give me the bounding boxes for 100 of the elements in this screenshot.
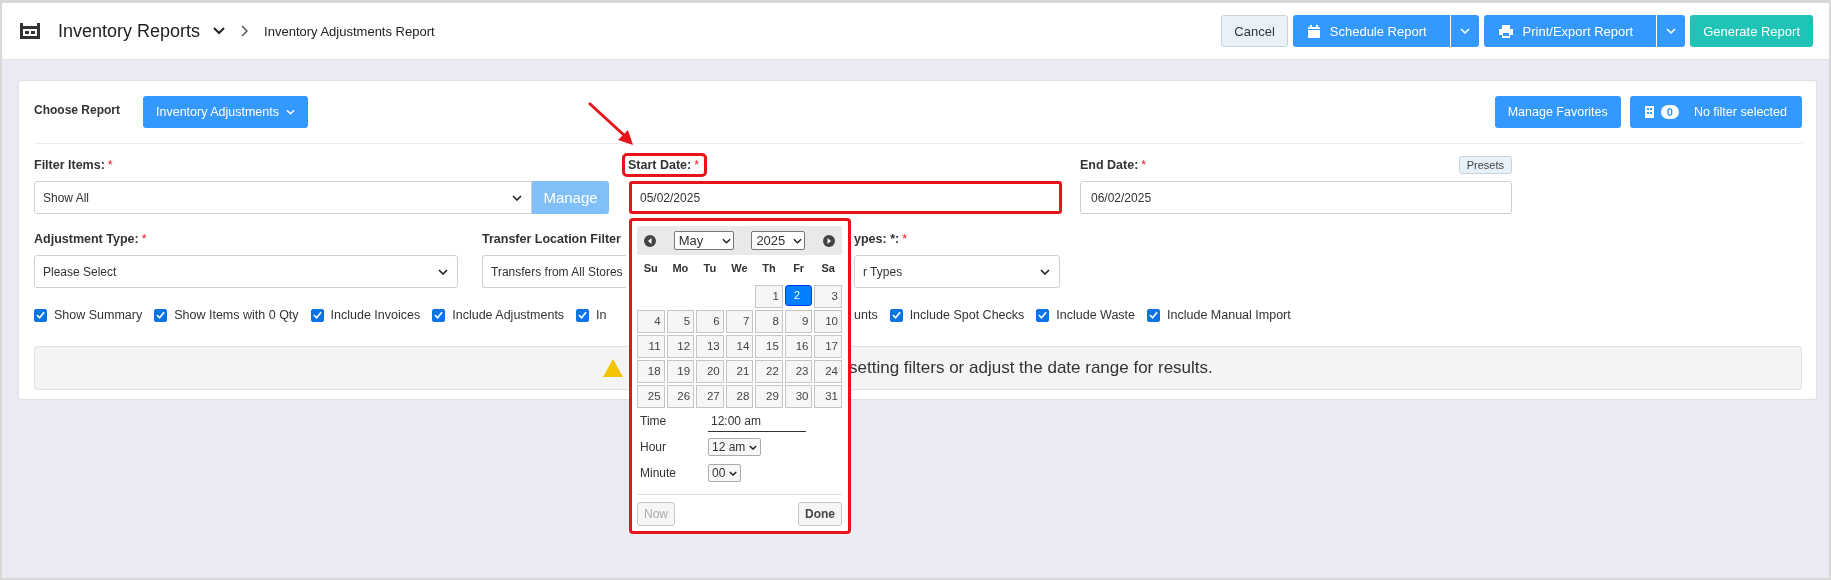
caret-icon bbox=[1459, 28, 1470, 34]
caret-icon bbox=[729, 470, 738, 476]
weekday-label: Su bbox=[642, 261, 659, 276]
calendar-day[interactable]: 11 bbox=[637, 335, 665, 358]
calendar-day[interactable]: 27 bbox=[696, 385, 724, 408]
breadcrumb: Inventory Adjustments Report bbox=[264, 23, 435, 39]
weekday-label: Sa bbox=[820, 261, 836, 276]
next-month-icon[interactable] bbox=[823, 234, 835, 247]
checkbox[interactable] bbox=[432, 308, 446, 322]
weekday-label: Mo bbox=[671, 261, 690, 276]
calendar-day[interactable]: 6 bbox=[696, 310, 724, 333]
calendar-day[interactable]: 13 bbox=[696, 335, 724, 358]
calendar-day[interactable]: 26 bbox=[666, 385, 695, 408]
checkbox[interactable] bbox=[889, 308, 903, 322]
filter-count-badge: 0 bbox=[1660, 105, 1679, 119]
caret-icon bbox=[1666, 28, 1677, 34]
field-label: ypes: *: * bbox=[854, 231, 909, 248]
filter-items-select[interactable]: Show All bbox=[34, 181, 532, 214]
printer-icon bbox=[1498, 24, 1513, 38]
calendar-icon bbox=[1307, 24, 1320, 38]
hour-select[interactable]: 12 am bbox=[708, 438, 762, 456]
calendar-day[interactable]: 29 bbox=[755, 385, 783, 408]
building-icon bbox=[1644, 106, 1654, 118]
checkbox-label: Include Adjustments bbox=[452, 308, 565, 322]
checkbox[interactable] bbox=[154, 308, 168, 322]
cancel-button[interactable]: Cancel bbox=[1221, 15, 1288, 47]
caret-icon bbox=[438, 268, 448, 275]
calendar-day[interactable]: 8 bbox=[755, 310, 783, 333]
checkbox-label: Show Items with 0 Qty bbox=[174, 308, 299, 322]
checkbox-label: Include Manual Import bbox=[1167, 308, 1291, 322]
time-label: Time bbox=[639, 414, 668, 428]
hour-label: Hour bbox=[639, 440, 667, 454]
calendar-day[interactable]: 31 bbox=[814, 385, 842, 408]
calendar-day[interactable]: 28 bbox=[725, 385, 754, 408]
warning-icon bbox=[603, 359, 623, 377]
calendar-day[interactable]: 21 bbox=[725, 360, 754, 383]
caret-icon bbox=[721, 237, 731, 244]
calendar-day[interactable]: 2 bbox=[784, 285, 813, 306]
calendar-day[interactable]: 17 bbox=[814, 335, 842, 358]
weekday-label: Fr bbox=[792, 261, 806, 276]
year-select[interactable]: 2025 bbox=[751, 231, 806, 250]
calendar-day[interactable]: 3 bbox=[814, 285, 842, 308]
checkbox[interactable] bbox=[1036, 308, 1050, 322]
type-select[interactable]: r Types bbox=[854, 255, 1060, 288]
checkbox[interactable] bbox=[34, 308, 47, 322]
calendar-day[interactable]: 18 bbox=[637, 360, 665, 383]
caret-icon bbox=[749, 444, 758, 450]
done-button[interactable]: Done bbox=[798, 502, 842, 526]
page-title: Inventory Reports bbox=[58, 20, 201, 42]
time-value: 12:00 am bbox=[708, 410, 806, 432]
calendar-day[interactable]: 20 bbox=[696, 360, 724, 383]
calendar-day[interactable]: 7 bbox=[725, 310, 754, 333]
weekday-label: Th bbox=[761, 261, 777, 276]
checkbox[interactable] bbox=[576, 308, 590, 322]
dropdown-toggle[interactable] bbox=[1657, 15, 1686, 47]
field-label: Filter Items: * bbox=[34, 157, 114, 174]
calendar-day[interactable]: 25 bbox=[637, 385, 665, 408]
calendar-day[interactable]: 9 bbox=[784, 310, 813, 333]
checkbox-label: Include Invoices bbox=[330, 308, 421, 322]
checkbox[interactable] bbox=[1147, 308, 1161, 322]
adjustment-type-select[interactable]: Please Select bbox=[34, 255, 458, 288]
presets-button[interactable]: Presets bbox=[1458, 156, 1512, 174]
start-date-label: Start Date: * bbox=[625, 156, 705, 174]
weekday-label: We bbox=[730, 261, 749, 276]
caret-icon bbox=[512, 194, 522, 201]
calendar-day[interactable]: 30 bbox=[784, 385, 813, 408]
adjustment-type-label: Adjustment Type: * bbox=[34, 231, 148, 248]
calendar-day[interactable]: 19 bbox=[666, 360, 695, 383]
chevron-down-icon[interactable] bbox=[213, 27, 226, 35]
calendar-day[interactable]: 5 bbox=[666, 310, 695, 333]
calendar-day[interactable]: 22 bbox=[755, 360, 783, 383]
caret-icon bbox=[1040, 268, 1050, 275]
calendar-day[interactable]: 24 bbox=[814, 360, 842, 383]
checkbox-label: Include Waste bbox=[1056, 308, 1136, 322]
checkbox-label: unts bbox=[854, 308, 878, 322]
calendar-day[interactable]: 14 bbox=[725, 335, 754, 358]
dropdown-toggle[interactable] bbox=[1450, 15, 1479, 47]
checkbox[interactable] bbox=[310, 308, 324, 322]
minute-select[interactable]: 00 bbox=[708, 464, 742, 482]
transfer-location-select[interactable]: Transfers from All Stores bbox=[482, 255, 626, 288]
calendar-day[interactable]: 23 bbox=[784, 360, 813, 383]
caret-icon bbox=[793, 237, 803, 244]
calendar-day[interactable]: 10 bbox=[814, 310, 842, 333]
month-select[interactable]: May bbox=[673, 231, 734, 250]
calendar-day[interactable]: 15 bbox=[755, 335, 783, 358]
choose-report-label: Choose Report bbox=[34, 103, 120, 117]
end-date-label: End Date: * bbox=[1080, 157, 1147, 174]
minute-label: Minute bbox=[639, 466, 678, 480]
calendar-day[interactable]: 4 bbox=[637, 310, 665, 333]
notice-text: setting filters or adjust the date range for results. bbox=[849, 358, 1213, 378]
warehouse-icon bbox=[20, 23, 40, 39]
previous-month-icon[interactable] bbox=[644, 234, 656, 247]
checkbox-label: In bbox=[596, 308, 607, 322]
transfer-location-label: Transfer Location Filter bbox=[482, 231, 622, 248]
end-date-field[interactable]: 06/02/2025 bbox=[1080, 181, 1512, 214]
chevron-right-icon bbox=[241, 25, 249, 37]
start-date-field[interactable]: 05/02/2025 bbox=[629, 181, 1062, 214]
calendar-day[interactable]: 16 bbox=[784, 335, 813, 358]
calendar-day[interactable]: 1 bbox=[755, 285, 783, 308]
calendar-day[interactable]: 12 bbox=[666, 335, 695, 358]
